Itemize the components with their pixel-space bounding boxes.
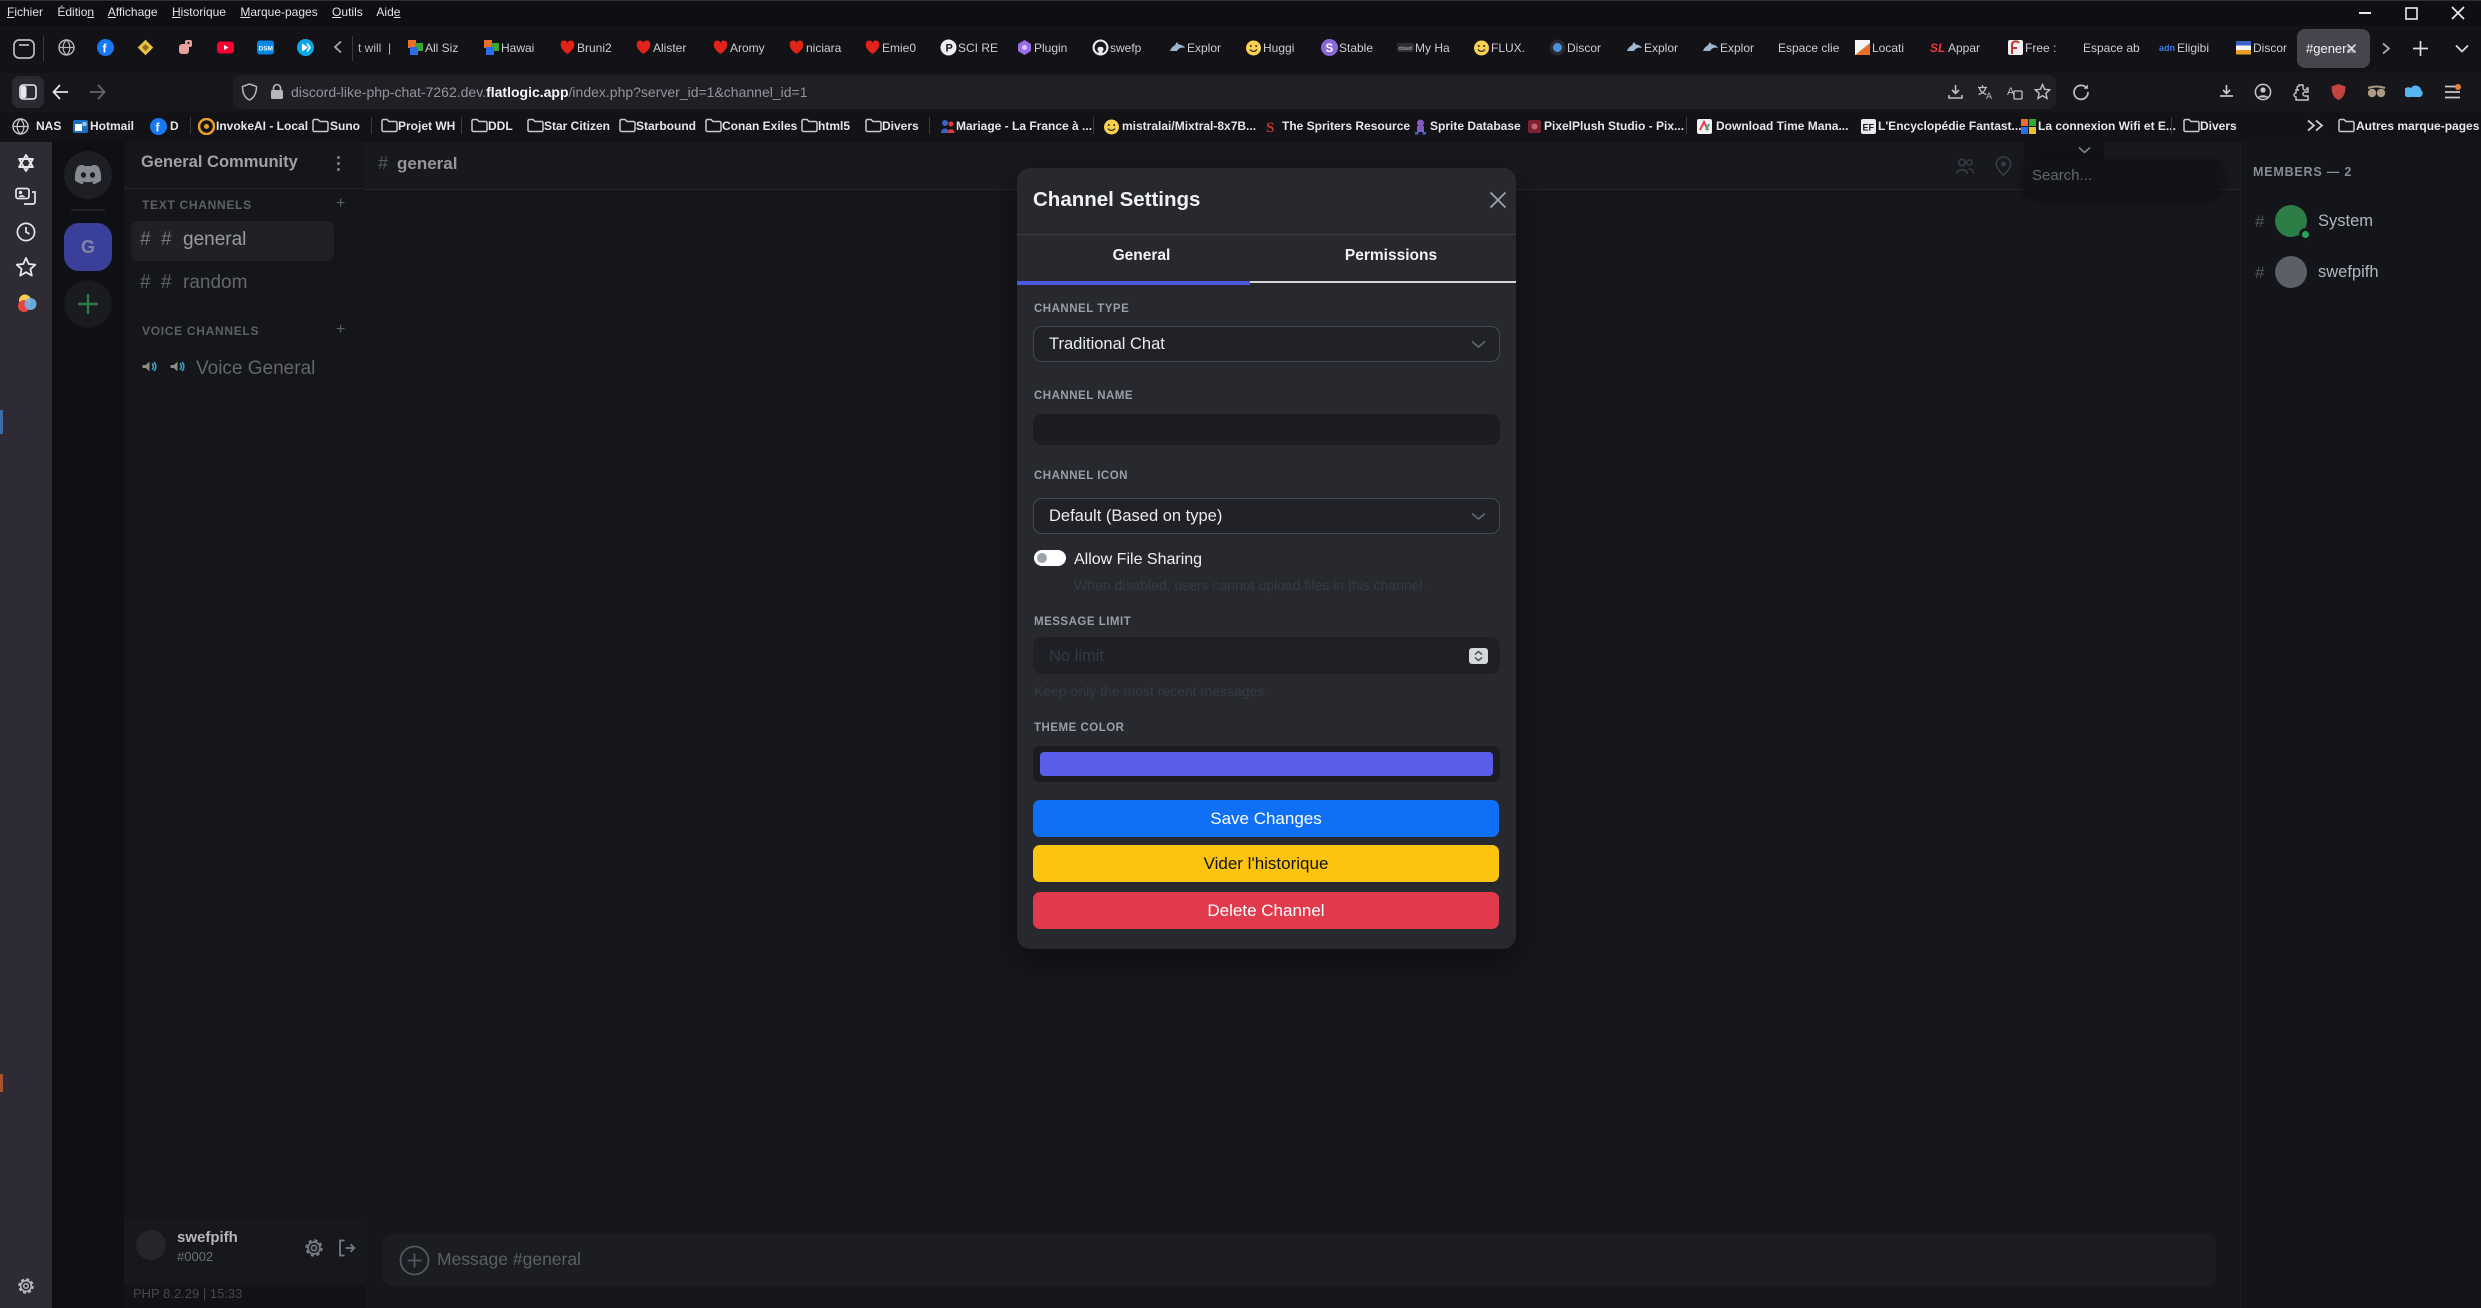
svg-text:adn: adn <box>2159 43 2175 53</box>
svg-text:S: S <box>1326 43 1334 55</box>
svg-text:A: A <box>1986 91 1992 100</box>
svg-text:DSM: DSM <box>259 46 273 53</box>
svg-text:A: A <box>2007 86 2015 98</box>
svg-text:cloud: cloud <box>1399 46 1412 52</box>
svg-text:S: S <box>1266 120 1274 135</box>
svg-text:SL: SL <box>1930 41 1945 55</box>
svg-text:P: P <box>946 43 953 55</box>
svg-text:EF: EF <box>1863 123 1875 133</box>
